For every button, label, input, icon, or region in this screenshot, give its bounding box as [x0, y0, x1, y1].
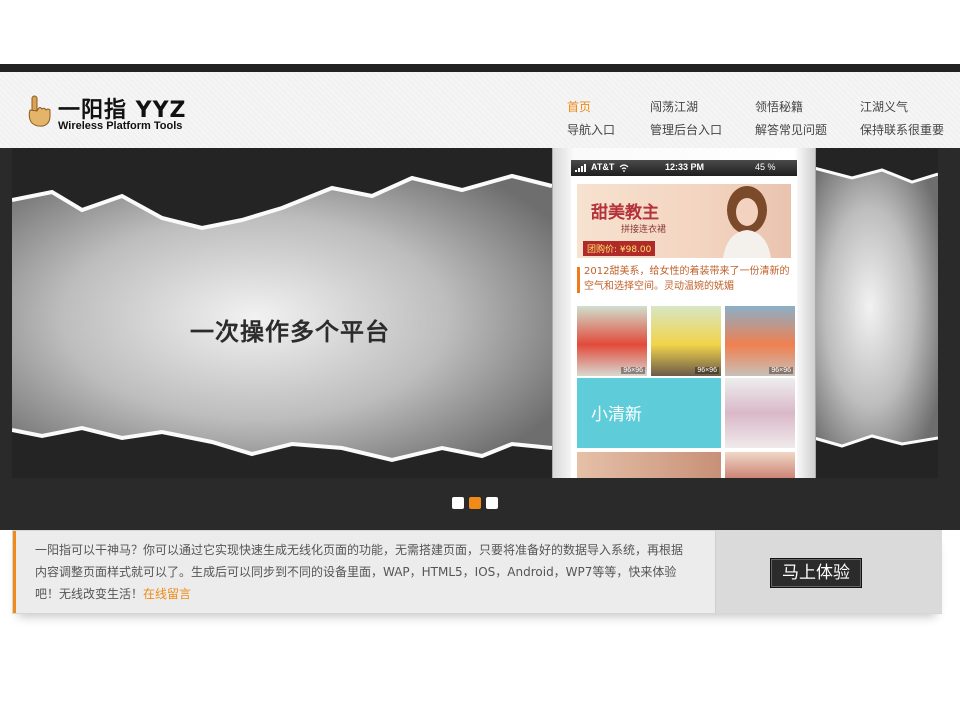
product-thumbnail[interactable] — [725, 452, 795, 478]
category-tile-label: 小清新 — [591, 405, 642, 425]
message-link[interactable]: 在线留言 — [143, 587, 191, 601]
product-thumbnail[interactable]: 96×96 — [725, 306, 795, 376]
promo-title: 甜美教主 — [591, 203, 659, 223]
promo-subtitle: 拼接连衣裙 — [621, 225, 667, 235]
phone-mockup: AT&T 12:33 PM 45 % 甜美教主 拼接连衣裙 团购价: ¥98.0… — [552, 148, 816, 478]
nav-contact[interactable]: 保持联系很重要 — [860, 121, 944, 138]
promo-banner[interactable]: 甜美教主 拼接连衣裙 团购价: ¥98.00 — [577, 184, 791, 258]
wifi-icon — [619, 164, 629, 172]
phone-screen: AT&T 12:33 PM 45 % 甜美教主 拼接连衣裙 团购价: ¥98.0… — [571, 160, 797, 478]
slide-dot-active[interactable] — [469, 497, 481, 509]
nav-about[interactable]: 江湖义气 — [860, 98, 908, 115]
product-thumbnail[interactable]: 96×96 — [651, 306, 721, 376]
slide-dot[interactable] — [452, 497, 464, 509]
carrier-label: AT&T — [591, 162, 615, 172]
product-thumbnail[interactable] — [577, 452, 721, 478]
nav-guide[interactable]: 领悟秘籍 — [755, 98, 803, 115]
thumbnail-size-tag: 96×96 — [769, 367, 793, 374]
main-nav: 首页 闯荡江湖 领悟秘籍 江湖义气 导航入口 管理后台入口 解答常见问题 保持联… — [0, 72, 960, 148]
intro-text: 一阳指可以干神马？你可以通过它实现快速生成无线化页面的功能，无需搭建页面，只要将… — [35, 539, 683, 605]
thumbnail-size-tag: 96×96 — [621, 367, 645, 374]
hero-slogan: 一次操作多个平台 — [190, 318, 390, 346]
nav-entry[interactable]: 导航入口 — [567, 121, 615, 138]
promo-caption: 2012甜美系，给女性的着装带来了一份清新的空气和选择空间。灵动温婉的妩媚 — [584, 266, 790, 292]
intro-panel: 一阳指可以干神马？你可以通过它实现快速生成无线化页面的功能，无需搭建页面，只要将… — [12, 530, 942, 614]
battery-label: 45 % — [755, 162, 776, 172]
phone-status-bar: AT&T 12:33 PM 45 % — [571, 160, 797, 176]
slide-dots — [452, 497, 502, 511]
intro-body: 一阳指可以干神马？你可以通过它实现快速生成无线化页面的功能，无需搭建页面，只要将… — [35, 543, 684, 601]
nav-admin[interactable]: 管理后台入口 — [650, 121, 722, 138]
caption-accent — [577, 267, 580, 293]
thumbnail-size-tag: 96×96 — [695, 367, 719, 374]
slide-indicators — [452, 645, 502, 659]
hero-banner: 一次操作多个平台 AT&T 12:33 PM 45 % 甜美教主 拼接连衣裙 团… — [0, 148, 960, 530]
top-strip — [0, 64, 960, 72]
promo-price: 团购价: ¥98.00 — [583, 241, 656, 256]
nav-home[interactable]: 首页 — [567, 98, 591, 115]
signal-bars-icon — [575, 164, 586, 172]
promo-model-image — [723, 186, 771, 258]
nav-faq[interactable]: 解答常见问题 — [755, 121, 827, 138]
product-thumbnail[interactable] — [725, 378, 795, 448]
try-now-button[interactable]: 马上体验 — [770, 558, 862, 588]
intro-accent-bar — [13, 531, 16, 613]
category-tile[interactable]: 小清新 — [577, 378, 721, 448]
site-header: 一阳指 YYZ Wireless Platform Tools 首页 闯荡江湖 … — [0, 72, 960, 148]
nav-explore[interactable]: 闯荡江湖 — [650, 98, 698, 115]
product-thumbnail[interactable]: 96×96 — [577, 306, 647, 376]
status-time: 12:33 PM — [665, 162, 705, 172]
cta-area: 马上体验 — [715, 531, 942, 613]
slide-dot[interactable] — [486, 497, 498, 509]
